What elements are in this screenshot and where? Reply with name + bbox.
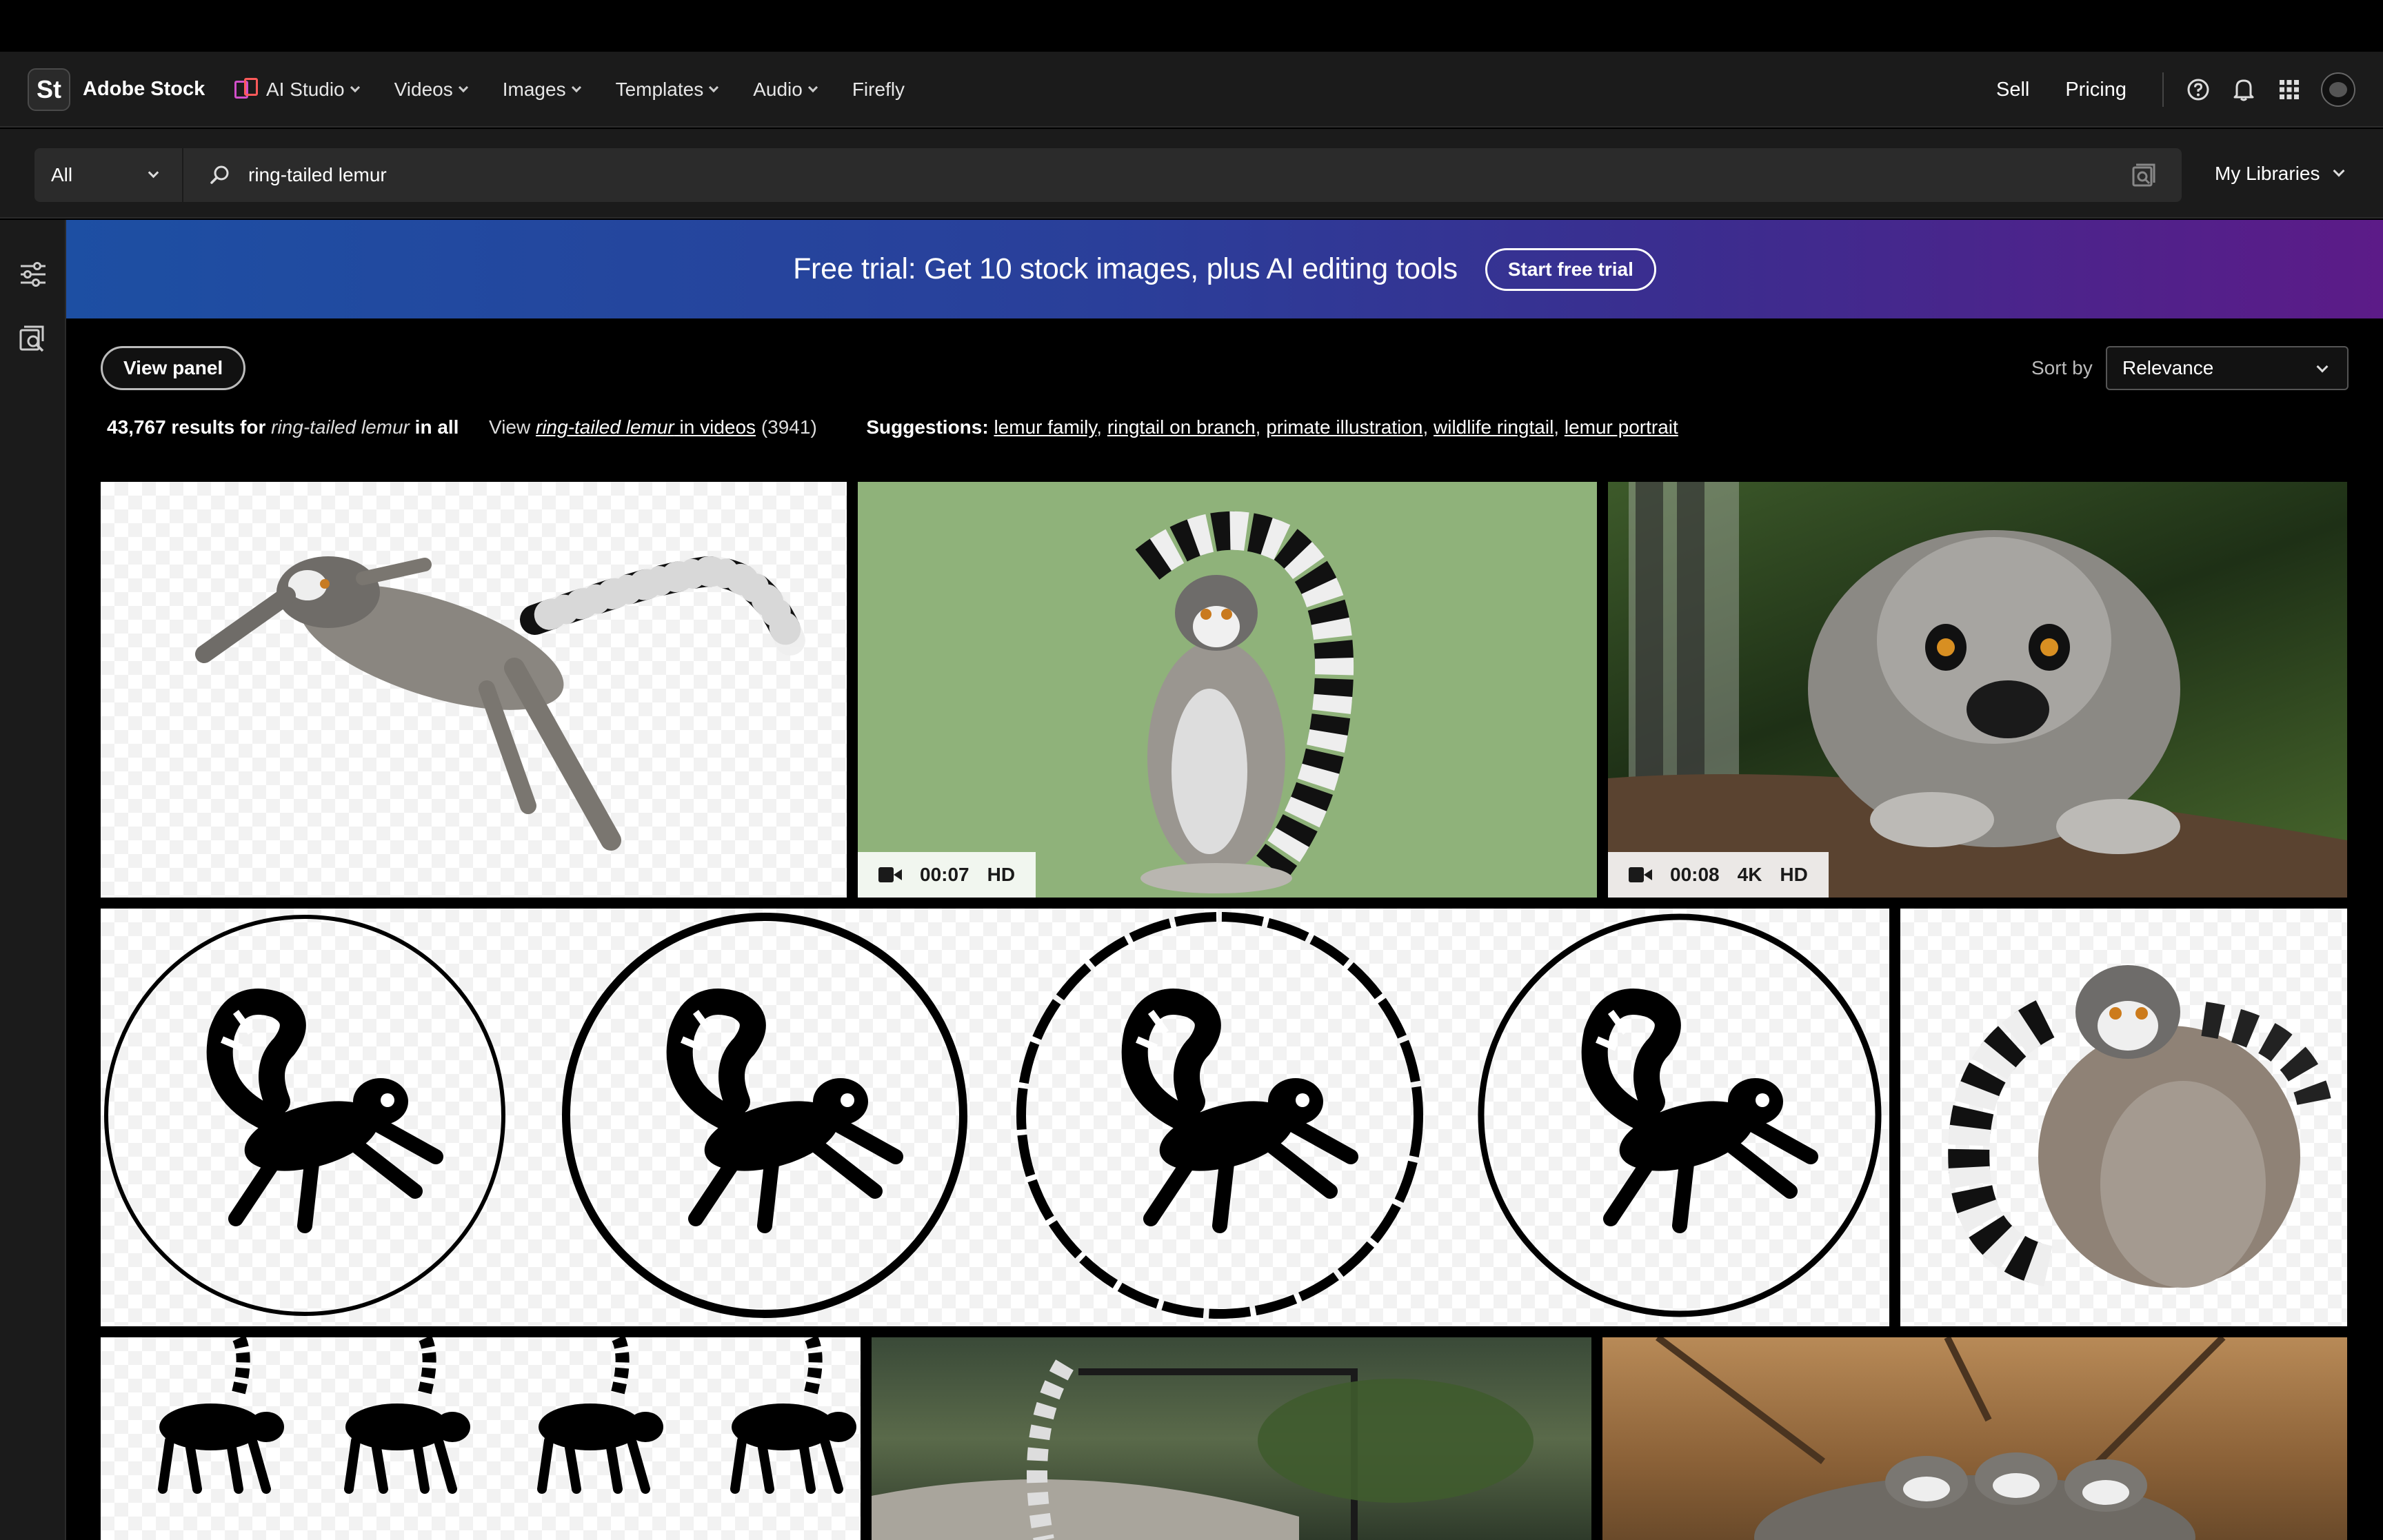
sell-link[interactable]: Sell [1996, 79, 2029, 101]
sitting-lemur-image [1135, 511, 1354, 893]
video-badge: 00:07 HD [858, 852, 1036, 898]
nav-audio[interactable]: Audio [753, 79, 818, 101]
lemur-group-image [1656, 1337, 2226, 1540]
bell-icon[interactable] [2230, 76, 2258, 103]
nav-templates[interactable]: Templates [615, 79, 719, 101]
avatar[interactable] [2321, 72, 2355, 107]
search-bar-row: All My Libraries [0, 129, 2383, 219]
main-nav: AI Studio Videos Images Templates Audio … [234, 52, 941, 128]
in-all-text: in all [414, 416, 459, 438]
nav-label: Videos [394, 79, 453, 100]
video-camera-icon [1629, 867, 1652, 882]
suggestion-link[interactable]: lemur portrait [1565, 416, 1678, 438]
divider [2162, 72, 2164, 107]
nav-label: Audio [753, 79, 803, 100]
suggestions-label: Suggestions: [866, 416, 989, 438]
nav-label: Templates [615, 79, 704, 100]
result-tile-lemur-group[interactable] [1602, 1337, 2347, 1540]
result-tile-lemur-silhouette-set[interactable] [101, 1337, 861, 1540]
search-scope-select[interactable]: All [34, 148, 182, 202]
help-icon[interactable] [2184, 76, 2212, 103]
sort-value: Relevance [2122, 357, 2214, 378]
apps-grid-icon[interactable] [2275, 76, 2303, 103]
lemur-closeup-image [1608, 482, 2347, 898]
result-tile-sitting-lemur-video[interactable]: 00:07 HD [858, 482, 1597, 898]
video-badge: 00:08 4K HD [1608, 852, 1829, 898]
account-nav: Sell Pricing [1996, 52, 2383, 128]
pricing-link[interactable]: Pricing [2065, 79, 2126, 101]
nav-label: AI Studio [266, 79, 345, 100]
chevron-down-icon [807, 82, 818, 93]
left-rail [0, 220, 66, 1540]
video-camera-icon [878, 867, 902, 882]
video-quality: HD [987, 864, 1016, 885]
suggestion-link[interactable]: wildlife ringtail [1434, 416, 1554, 438]
video-duration: 00:08 [1670, 864, 1720, 885]
scope-value: All [51, 164, 73, 185]
result-tile-lemur-zoo-garden[interactable] [872, 1337, 1591, 1540]
lemur-silhouette-set-image [101, 1337, 861, 1540]
free-trial-banner: Free trial: Get 10 stock images, plus AI… [66, 220, 2383, 318]
visual-search-icon[interactable] [2131, 162, 2158, 190]
my-libraries-label: My Libraries [2215, 163, 2320, 184]
filters-icon[interactable] [18, 259, 48, 290]
lemur-zoo-image [872, 1359, 1534, 1540]
result-count: 43,767 [107, 416, 166, 438]
lemur-logo-set-image [104, 912, 1882, 1319]
video-duration: 00:07 [920, 864, 969, 885]
view-panel-button[interactable]: View panel [101, 346, 246, 390]
view-in-videos-link[interactable]: ring-tailed lemur in videos [536, 416, 756, 438]
nav-label: Firefly [852, 79, 905, 100]
nav-firefly[interactable]: Firefly [852, 79, 905, 101]
nav-images[interactable]: Images [502, 79, 581, 101]
lemur-sitting-image [1948, 965, 2331, 1288]
search-icon [210, 165, 229, 184]
nav-label: Images [502, 79, 566, 100]
video-quality: HD [1780, 864, 1808, 885]
chevron-down-icon [571, 82, 581, 93]
adobe-stock-logo[interactable]: St [28, 68, 70, 111]
result-tile-lemur-branch-video[interactable]: 00:08 4K HD [1608, 482, 2347, 898]
leaping-lemur-image [195, 556, 805, 851]
chevron-down-icon [148, 167, 159, 179]
top-nav-bar: St Adobe Stock AI Studio Videos Images T… [0, 52, 2383, 128]
ai-studio-icon [234, 78, 259, 101]
start-free-trial-button[interactable]: Start free trial [1485, 247, 1656, 291]
chevron-down-icon [2316, 361, 2329, 373]
results-summary: 43,767 results for ring-tailed lemur in … [107, 416, 1678, 438]
results-for-text: results for [171, 416, 266, 438]
banner-text: Free trial: Get 10 stock images, plus AI… [793, 252, 1458, 285]
view-text: View [489, 416, 531, 438]
suggestion-link[interactable]: lemur family [994, 416, 1096, 438]
search-box [183, 148, 2182, 202]
result-tile-lemur-logo-set[interactable] [101, 909, 1889, 1326]
video-count: (3941) [761, 416, 817, 438]
search-input[interactable] [248, 164, 2041, 186]
nav-ai-studio[interactable]: AI Studio [234, 78, 360, 101]
suggestion-link[interactable]: ringtail on branch [1107, 416, 1256, 438]
brand-name[interactable]: Adobe Stock [83, 78, 205, 101]
query-echo: ring-tailed lemur [271, 416, 410, 438]
my-libraries-button[interactable]: My Libraries [2215, 129, 2345, 219]
sort-by-label: Sort by [2031, 357, 2093, 378]
suggestion-link[interactable]: primate illustration [1266, 416, 1422, 438]
chevron-down-icon [350, 82, 360, 93]
window-top-strip [0, 0, 2383, 52]
chevron-down-icon [458, 82, 468, 93]
sort-select[interactable]: Relevance [2106, 346, 2349, 390]
result-tile-leaping-lemur[interactable] [101, 482, 847, 898]
video-quality: 4K [1737, 864, 1762, 885]
nav-videos[interactable]: Videos [394, 79, 468, 101]
visual-search-rail-icon[interactable] [18, 323, 48, 354]
chevron-down-icon [2333, 165, 2345, 177]
chevron-down-icon [709, 82, 719, 93]
result-tile-lemur-sitting-cutout[interactable] [1900, 909, 2347, 1326]
